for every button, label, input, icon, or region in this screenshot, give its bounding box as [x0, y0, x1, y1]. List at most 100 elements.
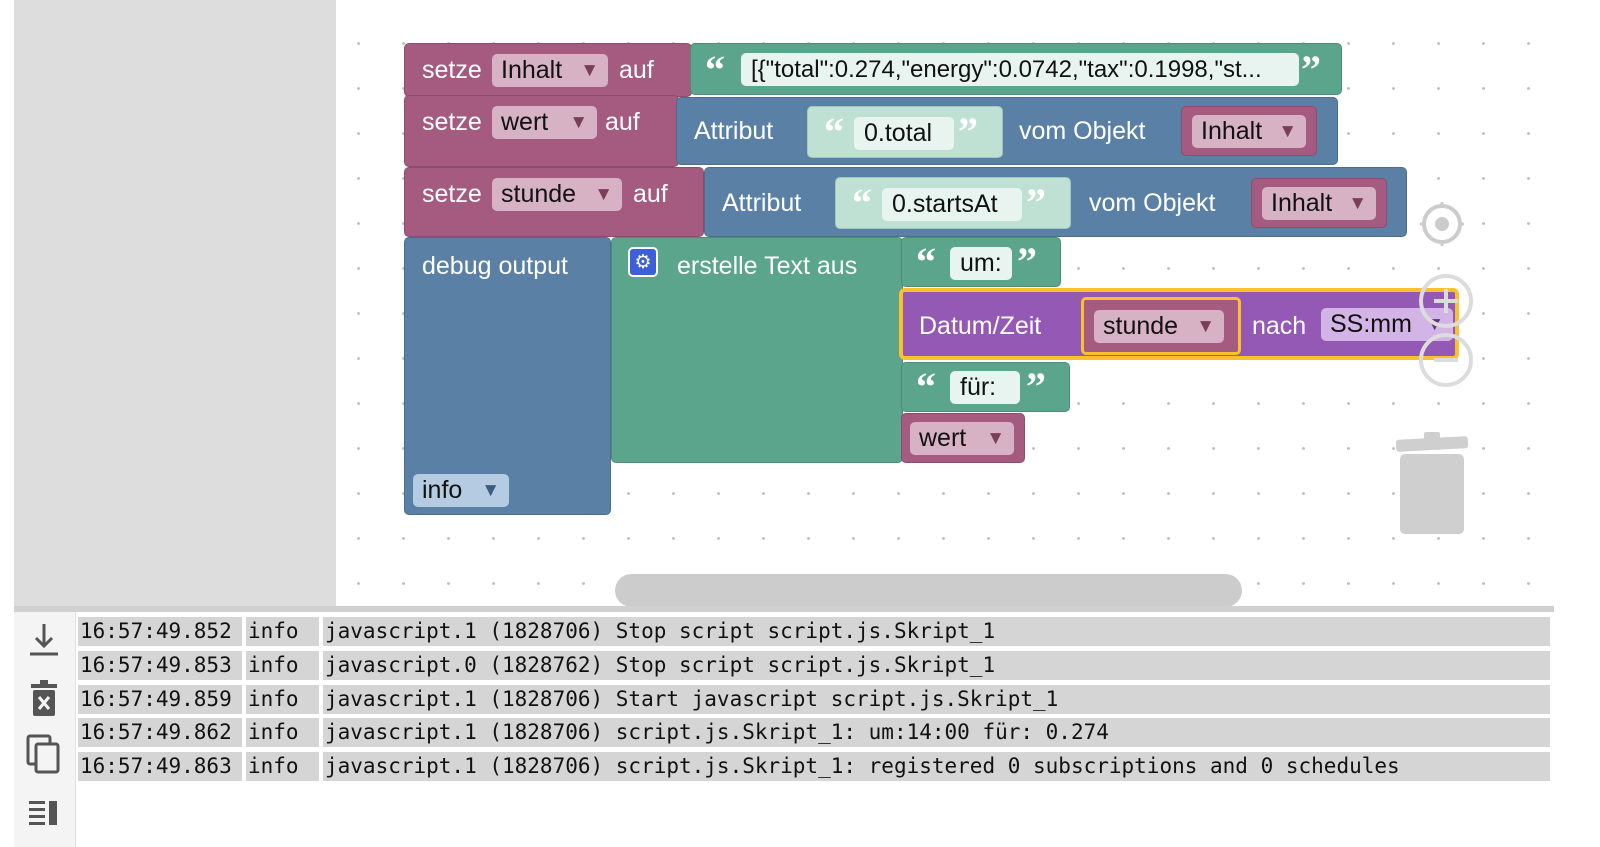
crosshair-icon[interactable]: [1420, 202, 1464, 246]
log-message: javascript.1 (1828706) script.js.Skript_…: [323, 752, 1550, 781]
open-quote-icon: “: [852, 180, 872, 225]
set-variable-block-wert[interactable]: setze wert ▼ auf: [404, 95, 679, 167]
log-level-value: info: [422, 476, 463, 504]
log-message: javascript.1 (1828706) script.js.Skript_…: [323, 718, 1550, 747]
variable-dropdown-wert[interactable]: wert ▼: [492, 106, 597, 139]
datum-label: Datum/Zeit: [919, 312, 1042, 340]
variable-get-block-inhalt[interactable]: Inhalt ▼: [1251, 178, 1387, 228]
format-value: SS:mm: [1330, 310, 1412, 338]
dropdown-arrow-icon: ▼: [481, 480, 500, 501]
variable-dropdown-inhalt[interactable]: Inhalt ▼: [1262, 187, 1376, 220]
nach-label: nach: [1252, 312, 1307, 340]
open-quote-icon: “: [916, 239, 936, 284]
log-row: 16:57:49.859 info javascript.1 (1828706)…: [78, 685, 1550, 714]
set-keyword: setze: [422, 108, 482, 136]
log-level-dropdown[interactable]: info ▼: [413, 474, 509, 507]
variable-name: wert: [919, 424, 967, 452]
debug-output-block[interactable]: debug output info ▼: [404, 237, 611, 515]
trash-icon[interactable]: [1394, 432, 1470, 536]
variable-name: Inhalt: [1271, 189, 1333, 217]
blockly-workspace[interactable]: setze Inhalt ▼ auf “ [{"total":0.274,"ene…: [336, 0, 1554, 610]
variable-name: Inhalt: [501, 56, 563, 84]
attribut-label: Attribut: [694, 117, 774, 145]
dropdown-arrow-icon: ▼: [1196, 316, 1215, 337]
dropdown-arrow-icon: ▼: [1278, 121, 1297, 142]
set-keyword: setze: [422, 56, 482, 84]
horizontal-scrollbar[interactable]: [615, 574, 1242, 607]
dropdown-arrow-icon: ▼: [594, 184, 613, 205]
get-attribute-block-startsat[interactable]: Attribut “ 0.startsAt ” vom Objekt Inhal…: [704, 167, 1407, 237]
gear-icon[interactable]: ⚙: [628, 247, 658, 277]
create-text-block[interactable]: ⚙ erstelle Text aus: [611, 237, 903, 463]
string-block-path[interactable]: “ 0.total ”: [807, 106, 1003, 158]
log-level: info: [246, 617, 319, 646]
left-gutter: [0, 0, 14, 847]
string-block-path[interactable]: “ 0.startsAt ”: [835, 177, 1071, 229]
variable-dropdown-wert[interactable]: wert ▼: [910, 422, 1014, 455]
variable-dropdown-inhalt[interactable]: Inhalt ▼: [492, 54, 608, 87]
log-row: 16:57:49.862 info javascript.1 (1828706)…: [78, 718, 1550, 747]
log-row: 16:57:49.853 info javascript.0 (1828762)…: [78, 651, 1550, 680]
variable-get-block-wert[interactable]: wert ▼: [901, 413, 1025, 463]
auf-label: auf: [633, 180, 668, 208]
create-text-label: erstelle Text aus: [677, 252, 858, 280]
open-quote-icon: “: [705, 47, 725, 92]
close-quote-icon: ”: [1026, 180, 1046, 225]
string-block-fuer[interactable]: “ für: ”: [901, 362, 1070, 412]
list-icon[interactable]: [24, 792, 64, 832]
close-quote-icon: ”: [1026, 364, 1046, 409]
vom-objekt-label: vom Objekt: [1089, 189, 1216, 217]
right-edge: [1554, 0, 1600, 847]
date-format-block[interactable]: Datum/Zeit stunde ▼ nach SS:mm ▼: [899, 288, 1459, 360]
variable-dropdown-stunde[interactable]: stunde ▼: [492, 178, 622, 211]
log-time: 16:57:49.853: [78, 651, 242, 680]
log-level: info: [246, 752, 319, 781]
variable-dropdown-stunde[interactable]: stunde ▼: [1094, 310, 1224, 343]
variable-get-block-stunde[interactable]: stunde ▼: [1081, 297, 1241, 355]
string-field-um[interactable]: um:: [950, 247, 1012, 280]
dropdown-arrow-icon: ▼: [569, 112, 588, 133]
debug-output-label: debug output: [422, 252, 568, 280]
close-quote-icon: ”: [1301, 47, 1321, 92]
dropdown-arrow-icon: ▼: [580, 60, 599, 81]
string-field-fuer[interactable]: für:: [950, 371, 1020, 404]
log-time: 16:57:49.862: [78, 718, 242, 747]
blockly-toolbox[interactable]: [14, 0, 336, 610]
variable-name: Inhalt: [1201, 117, 1263, 145]
variable-name: stunde: [1103, 312, 1179, 340]
log-message: javascript.1 (1828706) Stop script scrip…: [323, 617, 1550, 646]
string-block-um[interactable]: “ um: ”: [901, 237, 1061, 287]
string-field-path[interactable]: 0.total: [854, 117, 954, 150]
download-icon[interactable]: [24, 620, 64, 660]
zoom-out-icon[interactable]: [1418, 332, 1474, 388]
log-level: info: [246, 718, 319, 747]
auf-label: auf: [619, 56, 654, 84]
log-time: 16:57:49.852: [78, 617, 242, 646]
set-variable-block-stunde[interactable]: setze stunde ▼ auf: [404, 167, 704, 237]
log-time: 16:57:49.863: [78, 752, 242, 781]
attribut-label: Attribut: [722, 189, 802, 217]
string-value: [{"total":0.274,"energy":0.0742,"tax":0.…: [751, 56, 1262, 83]
string-block-json[interactable]: “ [{"total":0.274,"energy":0.0742,"tax":…: [690, 43, 1342, 95]
string-field-path[interactable]: 0.startsAt: [882, 188, 1022, 221]
log-level: info: [246, 651, 319, 680]
close-quote-icon: ”: [1017, 239, 1037, 284]
copy-icon[interactable]: [24, 734, 64, 774]
set-keyword: setze: [422, 180, 482, 208]
log-row: 16:57:49.852 info javascript.1 (1828706)…: [78, 617, 1550, 646]
log-toolbar: [14, 612, 76, 847]
dropdown-arrow-icon: ▼: [1348, 193, 1367, 214]
variable-dropdown-inhalt[interactable]: Inhalt ▼: [1192, 115, 1306, 148]
string-field-json[interactable]: [{"total":0.274,"energy":0.0742,"tax":0.…: [741, 53, 1299, 86]
variable-get-block-inhalt[interactable]: Inhalt ▼: [1181, 106, 1317, 156]
auf-label: auf: [605, 108, 640, 136]
open-quote-icon: “: [824, 109, 844, 154]
get-attribute-block-total[interactable]: Attribut “ 0.total ” vom Objekt Inhalt ▼: [676, 97, 1338, 165]
string-value: für:: [960, 373, 997, 401]
variable-name: stunde: [501, 180, 577, 208]
close-quote-icon: ”: [958, 109, 978, 154]
delete-log-icon[interactable]: [24, 678, 64, 718]
zoom-in-icon[interactable]: [1418, 273, 1474, 329]
log-message: javascript.1 (1828706) Start javascript …: [323, 685, 1550, 714]
set-variable-block-inhalt[interactable]: setze Inhalt ▼ auf: [404, 43, 692, 97]
